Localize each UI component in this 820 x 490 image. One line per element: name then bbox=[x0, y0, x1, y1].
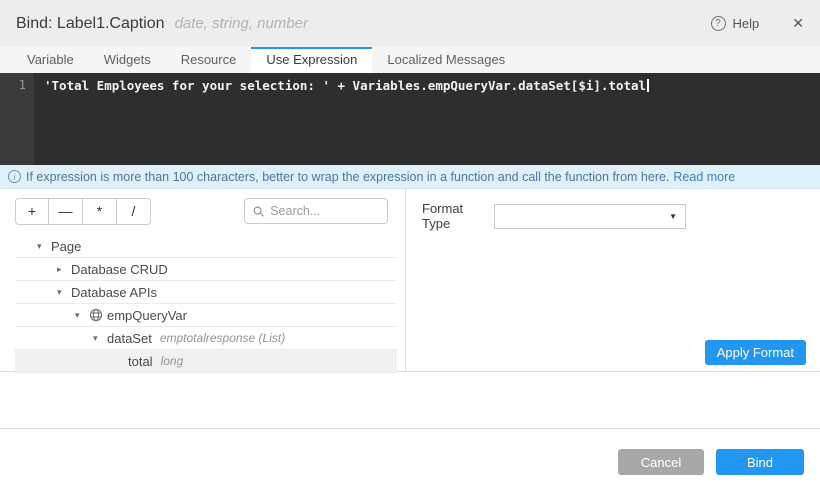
chevron-down-icon[interactable]: ▾ bbox=[75, 310, 89, 321]
help-link[interactable]: Help bbox=[733, 16, 760, 31]
format-type-dropdown[interactable]: ▼ bbox=[494, 203, 686, 229]
minus-operator-button[interactable]: — bbox=[49, 198, 83, 225]
tree-item-database-apis[interactable]: ▾ Database APIs bbox=[15, 281, 397, 304]
tree-item-label: Database CRUD bbox=[71, 261, 168, 277]
help-icon[interactable]: ? bbox=[710, 16, 726, 31]
tab-localized-messages[interactable]: Localized Messages bbox=[372, 47, 520, 73]
apply-format-button[interactable]: Apply Format bbox=[704, 340, 806, 365]
info-icon: i bbox=[8, 170, 21, 183]
tree-item-label: dataSet bbox=[107, 330, 152, 346]
tab-resource[interactable]: Resource bbox=[166, 47, 252, 73]
tree-item-total[interactable]: total long bbox=[15, 350, 397, 373]
operator-button-group: + — * / bbox=[15, 198, 151, 225]
tree-item-dataset[interactable]: ▾ dataSet emptotalresponse (List) bbox=[15, 327, 397, 350]
tree-item-empqueryvar[interactable]: ▾ empQueryVar bbox=[15, 304, 397, 327]
close-icon[interactable]: ✕ bbox=[792, 15, 804, 32]
info-text: If expression is more than 100 character… bbox=[26, 169, 670, 184]
variable-tree: ▾ Page ▸ Database CRUD ▾ Database APIs ▾ bbox=[15, 235, 397, 373]
tree-item-type: emptotalresponse (List) bbox=[159, 331, 286, 345]
chevron-down-icon: ▼ bbox=[669, 211, 677, 221]
chevron-down-icon[interactable]: ▾ bbox=[37, 241, 51, 252]
search-icon bbox=[253, 206, 264, 217]
text-cursor bbox=[647, 79, 650, 92]
tab-widgets[interactable]: Widgets bbox=[89, 47, 166, 73]
chevron-down-icon[interactable]: ▾ bbox=[93, 333, 107, 344]
line-number: 1 bbox=[18, 78, 26, 92]
service-variable-icon bbox=[89, 308, 103, 322]
tree-item-label: empQueryVar bbox=[107, 307, 187, 323]
cancel-button[interactable]: Cancel bbox=[618, 449, 704, 475]
tree-item-label: Page bbox=[51, 238, 82, 254]
dialog-footer: Cancel Bind bbox=[0, 428, 820, 490]
format-type-label: Format Type bbox=[422, 201, 464, 231]
search-box[interactable] bbox=[244, 198, 388, 224]
empty-area bbox=[0, 372, 820, 428]
tree-item-database-crud[interactable]: ▸ Database CRUD bbox=[15, 258, 397, 281]
tree-item-page[interactable]: ▾ Page bbox=[15, 235, 397, 258]
expression-text: 'Total Employees for your selection: ' +… bbox=[44, 78, 647, 93]
expression-editor[interactable]: 1 'Total Employees for your selection: '… bbox=[0, 73, 820, 165]
chevron-right-icon[interactable]: ▸ bbox=[57, 264, 71, 275]
tab-use-expression[interactable]: Use Expression bbox=[251, 47, 373, 73]
tab-bar: Variable Widgets Resource Use Expression… bbox=[0, 47, 820, 73]
tree-item-type: long bbox=[160, 354, 184, 368]
editor-gutter: 1 bbox=[0, 73, 34, 165]
variable-tree-pane: + — * / ▾ Page ▸ bbox=[0, 189, 406, 373]
tab-variable[interactable]: Variable bbox=[12, 47, 89, 73]
dialog-subtitle: date, string, number bbox=[174, 15, 308, 32]
bind-dialog: Bind: Label1.Caption date, string, numbe… bbox=[0, 0, 820, 490]
expression-code[interactable]: 'Total Employees for your selection: ' +… bbox=[44, 77, 650, 95]
plus-operator-button[interactable]: + bbox=[15, 198, 49, 225]
content-area: + — * / ▾ Page ▸ bbox=[0, 189, 820, 373]
info-bar: i If expression is more than 100 charact… bbox=[0, 165, 820, 189]
multiply-operator-button[interactable]: * bbox=[83, 198, 117, 225]
read-more-link[interactable]: Read more bbox=[673, 170, 735, 184]
tree-item-label: Database APIs bbox=[71, 284, 157, 300]
bind-button[interactable]: Bind bbox=[716, 449, 804, 475]
dialog-header: Bind: Label1.Caption date, string, numbe… bbox=[0, 0, 820, 47]
divide-operator-button[interactable]: / bbox=[117, 198, 151, 225]
dialog-title: Bind: Label1.Caption bbox=[16, 14, 165, 32]
format-pane: Format Type ▼ Apply Format bbox=[406, 189, 820, 371]
search-input[interactable] bbox=[270, 204, 379, 218]
tree-item-label: total bbox=[128, 353, 153, 369]
chevron-down-icon[interactable]: ▾ bbox=[57, 287, 71, 298]
